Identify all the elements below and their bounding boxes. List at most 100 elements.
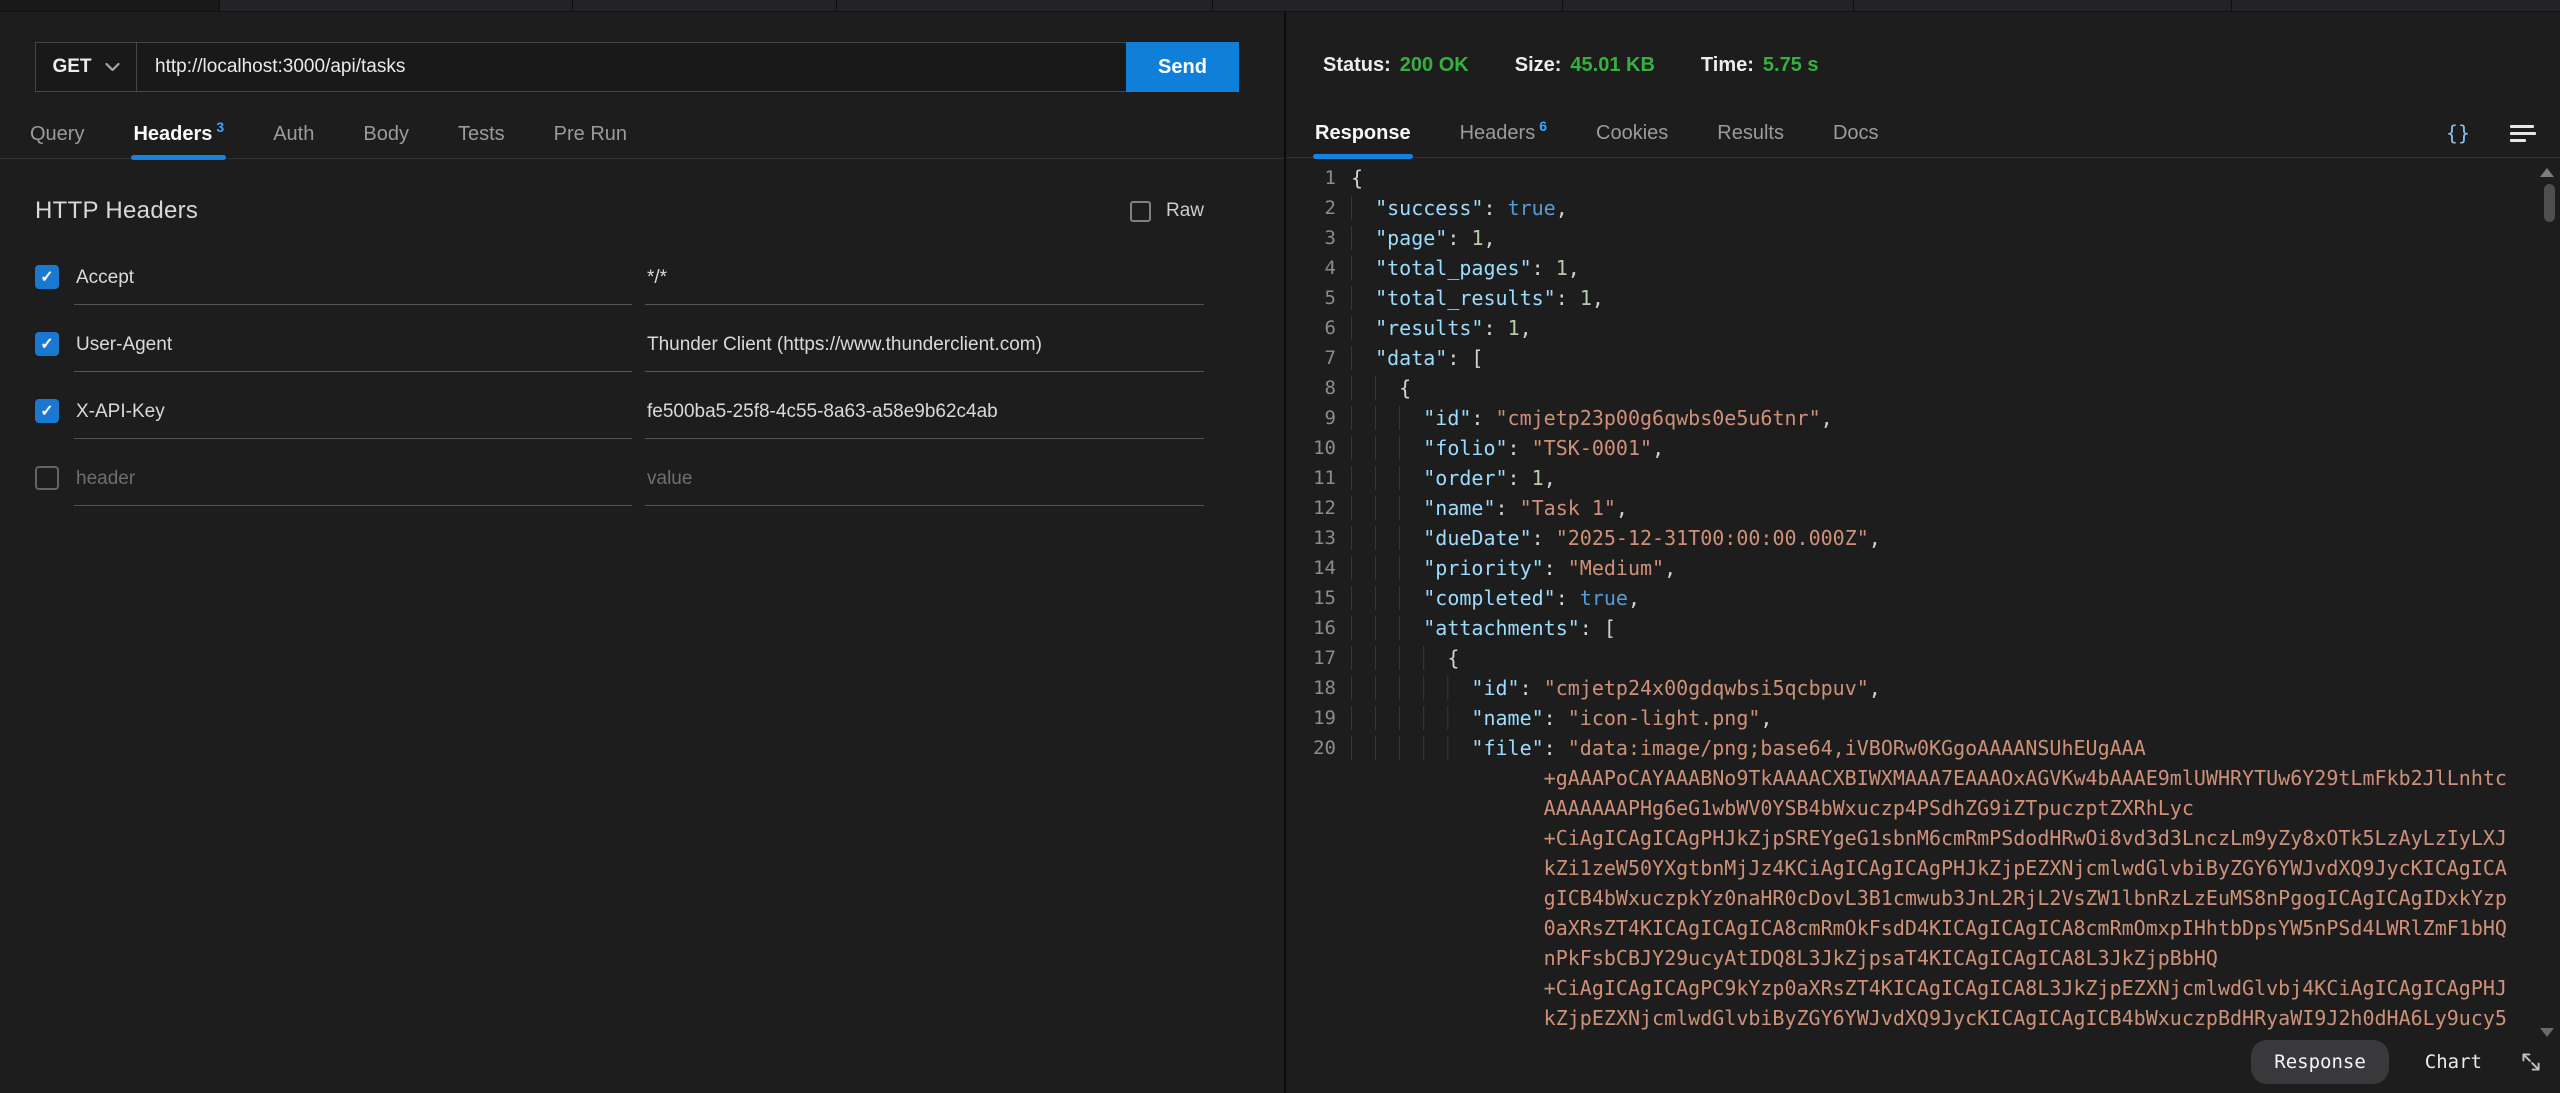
line-number: 7 [1286,343,1351,373]
tab-count-badge: 3 [216,119,224,135]
header-value-input[interactable] [645,468,1204,506]
send-button[interactable]: Send [1126,42,1239,92]
header-row: ✓ [35,334,1204,372]
line-number: 9 [1286,403,1351,433]
line-number [1286,763,1351,793]
tab-label: Response [1315,122,1411,144]
response-tab-headers[interactable]: Headers6 [1458,122,1549,157]
url-row: GET Send [35,42,1284,92]
tab-count-badge: 6 [1539,118,1547,134]
response-tabs: Response Headers6 Cookies Results Docs {} [1286,117,2560,158]
header-checkbox-checked[interactable]: ✓ [35,399,59,423]
code-line: 16 "attachments": [ [1286,613,2560,643]
editor-tabbar-left-block [0,0,220,11]
header-checkbox-checked[interactable]: ✓ [35,332,59,356]
code-line-wrap: nPkFsbCBJY29ucyAtIDQ8L3JkZjpsaT4KICAgICA… [1286,943,2560,973]
header-row [35,468,1204,506]
method-select[interactable]: GET [36,43,137,91]
line-number: 15 [1286,583,1351,613]
code-line: 13 "dueDate": "2025-12-31T00:00:00.000Z"… [1286,523,2560,553]
code-line: 15 "completed": true, [1286,583,2560,613]
tab-label: Cookies [1596,122,1668,144]
line-number: 5 [1286,283,1351,313]
response-tab-cookies[interactable]: Cookies [1594,122,1670,157]
header-value-input[interactable] [645,267,1204,305]
request-tab-query[interactable]: Query [28,123,86,158]
line-number [1286,1003,1351,1033]
request-tab-pre-run[interactable]: Pre Run [552,123,629,158]
scrollbar-thumb[interactable] [2544,184,2555,222]
response-view-button[interactable]: Response [2251,1040,2389,1084]
line-number: 10 [1286,433,1351,463]
header-name-input[interactable] [74,334,632,372]
request-tab-tests[interactable]: Tests [456,123,507,158]
response-toolbar: {} [2446,121,2536,145]
request-tab-body[interactable]: Body [361,123,411,158]
line-number: 11 [1286,463,1351,493]
code-line: 3 "page": 1, [1286,223,2560,253]
tab-label: Docs [1833,122,1879,144]
header-value-input[interactable] [645,334,1204,372]
response-tab-docs[interactable]: Docs [1831,122,1881,157]
line-number: 8 [1286,373,1351,403]
status-group: Status:200 OK [1323,54,1469,77]
request-tab-auth[interactable]: Auth [271,123,316,158]
code-line: 19 "name": "icon-light.png", [1286,703,2560,733]
json-code: 1{2 "success": true,3 "page": 1,4 "total… [1286,163,2560,1033]
expand-icon[interactable] [2518,1049,2544,1075]
tab-label: Body [363,123,409,145]
menu-icon[interactable] [2510,125,2536,142]
raw-toggle[interactable]: Raw [1130,200,1204,222]
line-number: 12 [1286,493,1351,523]
request-pane: GET Send Query Headers3 Auth Body Tests Pre R… [0,12,1286,1093]
code-line: 9 "id": "cmjetp23p00g6qwbs0e5u6tnr", [1286,403,2560,433]
code-line: 14 "priority": "Medium", [1286,553,2560,583]
code-line: 1{ [1286,163,2560,193]
editor-tabbar-strip [0,0,2560,12]
code-line: 18 "id": "cmjetp24x00gdqwbsi5qcbpuv", [1286,673,2560,703]
code-line-wrap: kZjpEZXNjcmlwdGlvbiByZGY6YWJvdXQ9JycKICA… [1286,1003,2560,1033]
header-checkbox-checked[interactable]: ✓ [35,265,59,289]
tab-label: Tests [458,123,505,145]
header-row: ✓ [35,401,1204,439]
code-line: 20 "file": "data:image/png;base64,iVBORw… [1286,733,2560,763]
response-tab-response[interactable]: Response [1313,122,1413,157]
url-bar: GET Send [35,42,1239,92]
code-line-wrap: 0aXRsZT4KICAgICAgICA8cmRmOkFsdD4KICAgICA… [1286,913,2560,943]
url-input[interactable] [137,43,1126,91]
tab-label: Auth [273,123,314,145]
code-line-wrap: +CiAgICAgICAgPC9kYzp0aXRsZT4KICAgICAgICA… [1286,973,2560,1003]
size-group: Size: 45.01 KB [1515,54,1655,77]
line-number [1286,793,1351,823]
request-tab-headers[interactable]: Headers3 [131,123,226,158]
code-line-wrap: +gAAAPoCAYAAABNo9TkAAAACXBIWXMAAA7EAAAOx… [1286,763,2560,793]
header-name-input[interactable] [74,401,632,439]
tab-label: Results [1717,122,1784,144]
header-name-input[interactable] [74,468,632,506]
line-number: 18 [1286,673,1351,703]
size-value: 45.01 KB [1570,54,1655,76]
size-label: Size: [1515,54,1562,76]
header-rows: ✓ ✓ ✓ [35,267,1204,506]
code-line: 17 { [1286,643,2560,673]
code-line: 2 "success": true, [1286,193,2560,223]
line-number: 4 [1286,253,1351,283]
header-checkbox-unchecked[interactable] [35,466,59,490]
line-number [1286,913,1351,943]
response-status-bar: Status:200 OK Size:45.01 KB Time:5.75 s [1286,12,2560,77]
format-json-icon[interactable]: {} [2446,121,2470,145]
scrollbar-up-arrow[interactable] [2540,168,2554,177]
scrollbar-down-arrow[interactable] [2540,1028,2554,1037]
header-name-input[interactable] [74,267,632,305]
line-number: 13 [1286,523,1351,553]
line-number [1286,853,1351,883]
raw-checkbox[interactable] [1130,201,1151,222]
code-line: 10 "folio": "TSK-0001", [1286,433,2560,463]
method-label: GET [52,56,91,78]
header-value-input[interactable] [645,401,1204,439]
code-line-wrap: AAAAAAAPHg6eG1wbWV0YSB4bWxuczp4PSdhZG9iZ… [1286,793,2560,823]
response-tab-results[interactable]: Results [1715,122,1786,157]
line-number: 19 [1286,703,1351,733]
code-line: 8 { [1286,373,2560,403]
chart-view-button[interactable]: Chart [2425,1047,2482,1077]
